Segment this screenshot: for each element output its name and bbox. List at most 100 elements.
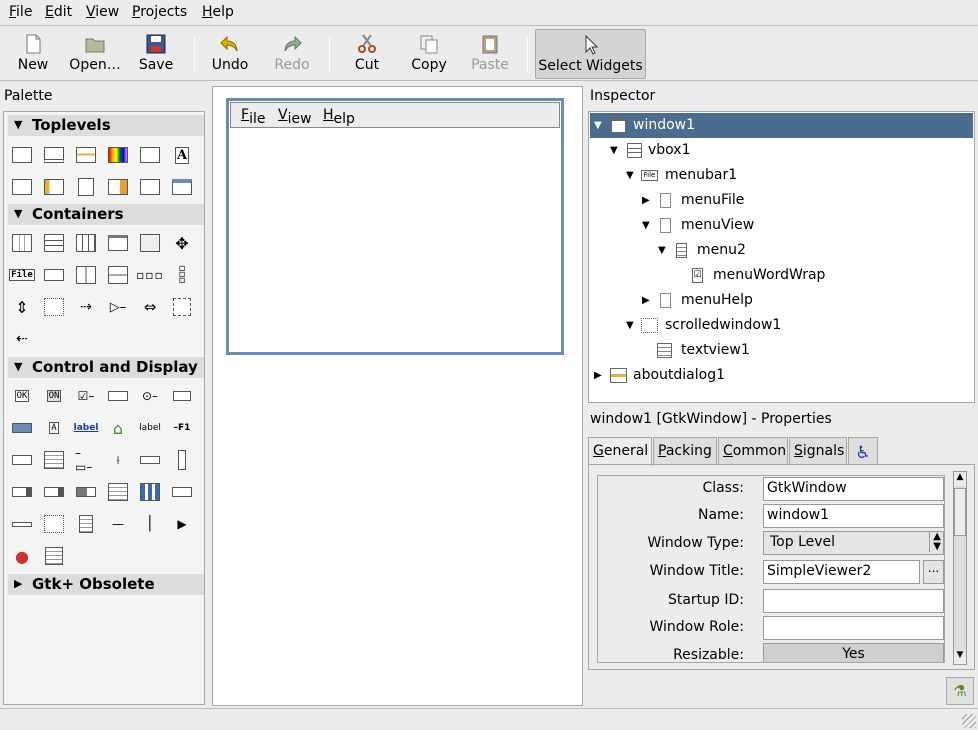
select-widgets-button[interactable]: Select Widgets bbox=[535, 29, 646, 79]
accel-key-icon[interactable]: –F1 bbox=[171, 418, 193, 438]
resizable-toggle[interactable]: Yes bbox=[763, 643, 944, 662]
menu-widget-icon[interactable] bbox=[75, 514, 97, 534]
accel-label-icon[interactable]: label bbox=[139, 418, 161, 438]
new-button[interactable]: New bbox=[10, 29, 56, 79]
copy-button[interactable]: Copy bbox=[404, 29, 454, 79]
menu-projects[interactable]: Projects bbox=[132, 4, 187, 20]
preview-menubar[interactable]: File View Help bbox=[230, 102, 560, 128]
menu-help[interactable]: Help bbox=[202, 4, 234, 20]
alignment-icon[interactable]: ⇢ bbox=[75, 297, 97, 317]
tree-row-textview1[interactable]: textview1 bbox=[590, 338, 973, 363]
icon-view-icon[interactable] bbox=[139, 482, 161, 502]
message-dialog-icon[interactable] bbox=[43, 177, 65, 197]
assistant-icon[interactable] bbox=[139, 177, 161, 197]
save-button[interactable]: Save bbox=[134, 29, 178, 79]
tree-row-menu2[interactable]: ▼ menu2 bbox=[590, 238, 973, 263]
clear-property-button[interactable]: ⚗ bbox=[946, 677, 974, 705]
paste-button[interactable]: Paste bbox=[466, 29, 514, 79]
color-selection-icon[interactable] bbox=[107, 145, 129, 165]
section-toplevels[interactable]: ▼ Toplevels bbox=[8, 115, 204, 136]
startup-id-field[interactable] bbox=[763, 589, 944, 613]
image-icon[interactable]: ⌂ bbox=[107, 418, 129, 438]
scrolled-window-icon[interactable] bbox=[43, 297, 65, 317]
hseparator-toolitem-icon[interactable] bbox=[11, 514, 33, 534]
tree-row-menuWordWrap[interactable]: ☑ menuWordWrap bbox=[590, 263, 973, 288]
hscale-icon[interactable]: –▭– bbox=[75, 446, 97, 474]
drawing-area-icon[interactable]: ● bbox=[11, 546, 33, 566]
button-widget-icon[interactable]: OK bbox=[11, 386, 33, 406]
menu-edit[interactable]: Edit bbox=[45, 4, 72, 20]
designed-window-preview[interactable]: File View Help bbox=[226, 98, 564, 355]
window-role-field[interactable] bbox=[763, 616, 944, 640]
radio-button-icon[interactable]: ⊙– bbox=[139, 386, 161, 406]
open-button[interactable]: Open… bbox=[64, 29, 126, 79]
vscale-icon[interactable]: ⟊ bbox=[107, 450, 129, 470]
page-setup-icon[interactable] bbox=[75, 177, 97, 197]
hscrollbar-icon[interactable] bbox=[139, 450, 161, 470]
offscreen-window-icon[interactable] bbox=[171, 177, 193, 197]
hbox-icon[interactable] bbox=[11, 233, 33, 253]
scrollbar-thumb[interactable] bbox=[954, 488, 966, 536]
viewport-icon[interactable]: ⇔ bbox=[139, 297, 161, 317]
file-chooser-dialog-icon[interactable] bbox=[139, 145, 161, 165]
vbox-icon[interactable] bbox=[43, 233, 65, 253]
tree-view-icon[interactable] bbox=[107, 482, 129, 502]
window-title-field[interactable]: SimpleViewer2 bbox=[763, 560, 920, 584]
calendar-icon[interactable] bbox=[43, 514, 65, 534]
recent-chooser-icon[interactable] bbox=[107, 177, 129, 197]
section-control-display[interactable]: ▼ Control and Display bbox=[8, 357, 204, 378]
name-field[interactable]: window1 bbox=[763, 504, 944, 528]
label-icon[interactable]: A bbox=[43, 418, 65, 438]
tab-general[interactable]: General bbox=[588, 437, 652, 466]
vbuttonbox-icon[interactable]: ▫ ▫ ▫ bbox=[171, 264, 193, 286]
window-title-edit-button[interactable]: ... bbox=[923, 560, 944, 584]
text-view-icon[interactable] bbox=[43, 450, 65, 470]
tree-row-aboutdialog1[interactable]: ▶ aboutdialog1 bbox=[590, 363, 973, 388]
tree-row-menubar1[interactable]: ▼ File menubar1 bbox=[590, 163, 973, 188]
event-box-icon[interactable] bbox=[171, 297, 193, 317]
preview-menu-file[interactable]: File bbox=[241, 107, 265, 127]
scroll-up-arrow-icon[interactable]: ▲ bbox=[954, 472, 966, 486]
menu-file[interactable]: File bbox=[9, 4, 32, 20]
preview-menu-help[interactable]: Help bbox=[323, 107, 355, 127]
combo-box-entry-icon[interactable] bbox=[43, 482, 65, 502]
check-button-icon[interactable]: ☑– bbox=[75, 386, 97, 406]
tab-packing[interactable]: Packing bbox=[653, 437, 717, 465]
resize-grip-icon[interactable] bbox=[962, 714, 976, 728]
tab-signals[interactable]: Signals bbox=[789, 437, 847, 465]
fixed-icon[interactable]: ✥ bbox=[171, 233, 193, 253]
text-entry-icon[interactable] bbox=[11, 450, 33, 470]
link-button-icon[interactable]: label bbox=[74, 418, 99, 438]
tree-row-window1[interactable]: ▼ window1 bbox=[590, 113, 973, 138]
table-icon[interactable] bbox=[75, 233, 97, 253]
tree-row-menuFile[interactable]: ▶ menuFile bbox=[590, 188, 973, 213]
input-dialog-icon[interactable] bbox=[11, 177, 33, 197]
redo-button[interactable]: Redo bbox=[268, 29, 316, 79]
status-list-icon[interactable] bbox=[43, 546, 65, 566]
tree-row-vbox1[interactable]: ▼ vbox1 bbox=[590, 138, 973, 163]
spin-button-icon[interactable] bbox=[107, 386, 129, 406]
window-type-select[interactable]: Top Level ▲ ▼ bbox=[763, 531, 944, 555]
frame-icon[interactable] bbox=[139, 233, 161, 253]
arrow-icon[interactable]: ▶ bbox=[171, 514, 193, 534]
vscrollbar-icon[interactable] bbox=[171, 450, 193, 470]
hpaned-icon[interactable] bbox=[75, 265, 97, 285]
cut-button[interactable]: Cut bbox=[343, 29, 391, 79]
vpaned-icon[interactable] bbox=[107, 265, 129, 285]
hseparator-icon[interactable]: — bbox=[107, 514, 129, 534]
toggle-button-icon[interactable]: ON bbox=[43, 386, 65, 406]
window-widget-icon[interactable] bbox=[11, 145, 33, 165]
menu-view[interactable]: View bbox=[86, 4, 119, 20]
tree-row-menuHelp[interactable]: ▶ menuHelp bbox=[590, 288, 973, 313]
properties-scrollbar[interactable]: ▲ ▼ bbox=[953, 471, 967, 665]
vseparator-icon[interactable]: │ bbox=[139, 514, 161, 534]
progress-bar-icon[interactable] bbox=[75, 482, 97, 502]
dialog-widget-icon[interactable] bbox=[43, 145, 65, 165]
undo-button[interactable]: Undo bbox=[206, 29, 254, 79]
file-chooser-button-icon[interactable] bbox=[171, 386, 193, 406]
preview-menu-view[interactable]: View bbox=[278, 107, 312, 127]
toolbar-icon[interactable] bbox=[43, 265, 65, 285]
section-containers[interactable]: ▼ Containers bbox=[8, 204, 204, 225]
combo-box-icon[interactable] bbox=[11, 482, 33, 502]
menubar-icon[interactable]: File bbox=[9, 265, 35, 285]
